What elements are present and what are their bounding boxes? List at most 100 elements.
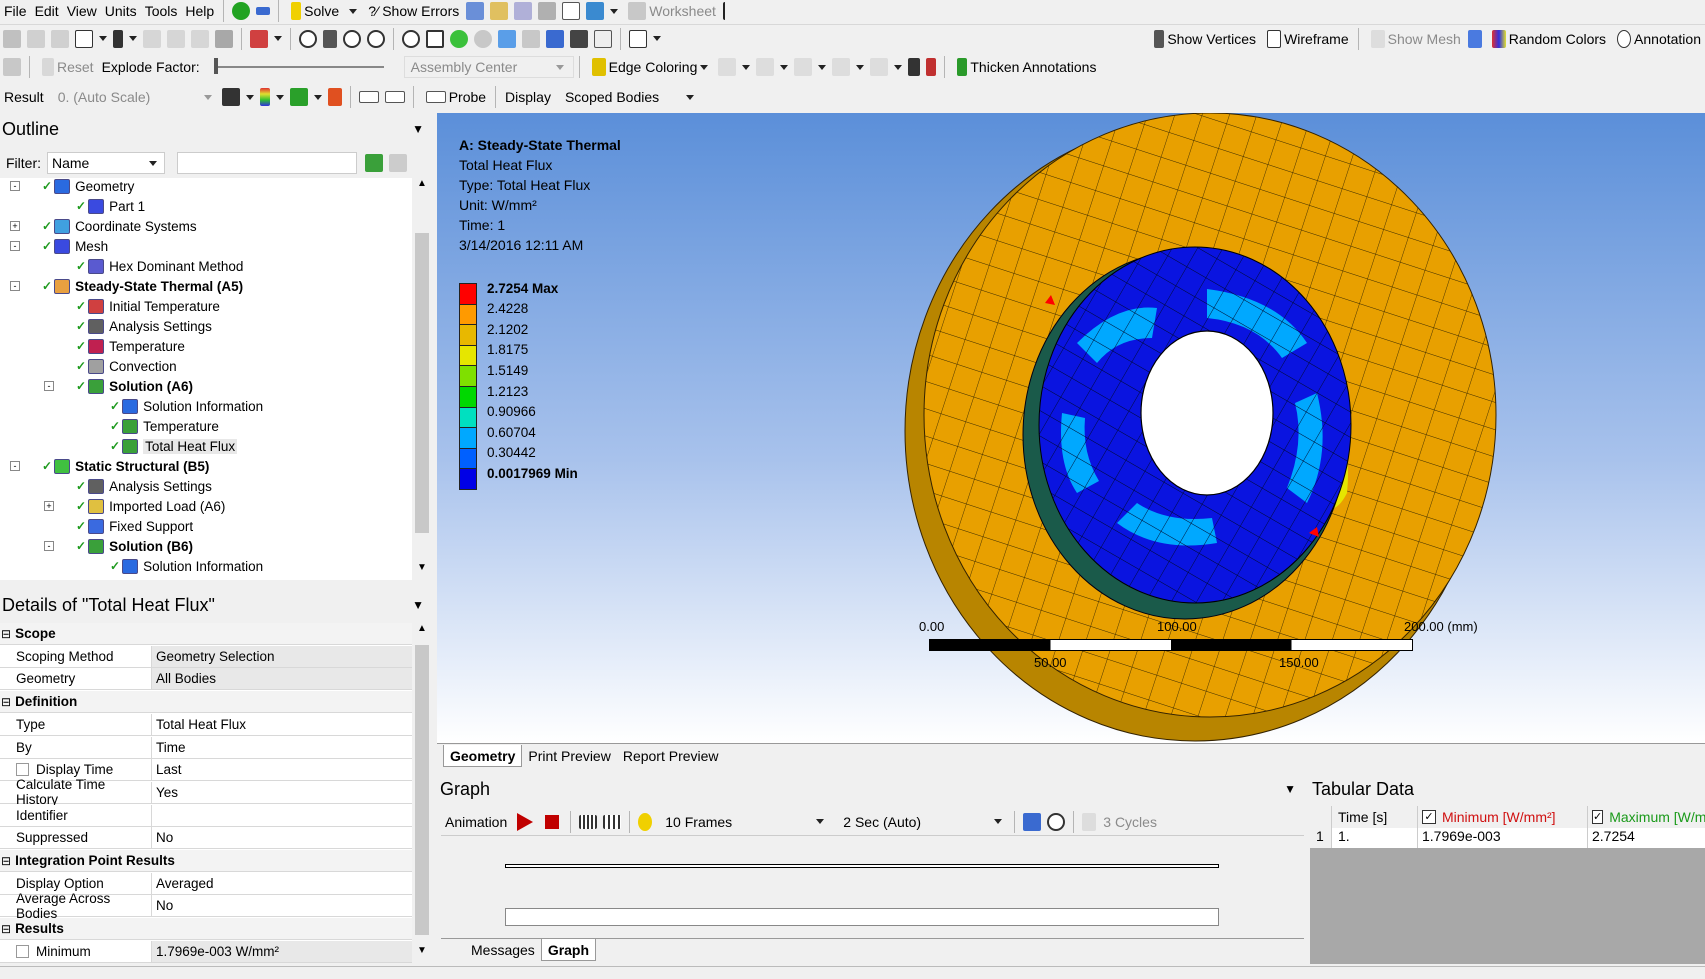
- select-mode-icon[interactable]: [27, 29, 45, 48]
- details-value[interactable]: Yes: [152, 781, 412, 803]
- frames-distributed-icon[interactable]: [603, 814, 622, 829]
- filter-search-input[interactable]: [177, 152, 357, 174]
- check-icon[interactable]: [232, 2, 251, 20]
- max-icon[interactable]: [358, 91, 379, 103]
- details-row[interactable]: Minimum 1.7969e-003 W/mm²: [0, 940, 412, 963]
- menu-units[interactable]: Units: [101, 0, 141, 22]
- min-icon[interactable]: [384, 91, 405, 103]
- outline-scrollbar[interactable]: ▲ ▼: [412, 178, 432, 580]
- random-colors-button[interactable]: Random Colors: [1485, 27, 1610, 51]
- zoom-green-icon[interactable]: [450, 29, 468, 48]
- show-mesh-button[interactable]: Show Mesh: [1364, 27, 1465, 51]
- zoom-graph-icon[interactable]: [1047, 812, 1066, 831]
- chart-icon[interactable]: [466, 2, 485, 20]
- views-icon[interactable]: [546, 29, 564, 48]
- image-icon[interactable]: [586, 2, 605, 20]
- pin-icon[interactable]: ▼: [412, 122, 424, 136]
- collapse-icon[interactable]: -: [44, 381, 54, 391]
- pan-icon[interactable]: [323, 29, 337, 48]
- tree-item[interactable]: + ✓ Coordinate Systems: [10, 216, 197, 236]
- spellcheck-icon[interactable]: [490, 2, 509, 20]
- zoom-fit-icon[interactable]: [402, 29, 420, 48]
- tab-print-preview[interactable]: Print Preview: [522, 745, 616, 767]
- details-value[interactable]: Last: [152, 759, 412, 781]
- chevron-down-icon[interactable]: [99, 36, 107, 41]
- collapse-icon[interactable]: ⊟: [1, 922, 11, 936]
- collapse-icon[interactable]: ⊟: [1, 854, 11, 868]
- clear-filter-icon[interactable]: [389, 154, 407, 172]
- select-icon[interactable]: [3, 29, 21, 48]
- tree-item[interactable]: ✓ Hex Dominant Method: [76, 256, 243, 276]
- scroll-down-icon[interactable]: ▼: [412, 945, 432, 963]
- chevron-down-icon[interactable]: [274, 36, 282, 41]
- menu-tools[interactable]: Tools: [141, 0, 182, 22]
- wireframe-button[interactable]: Wireframe: [1260, 27, 1353, 51]
- refresh-icon[interactable]: [365, 154, 383, 172]
- graphics-viewport[interactable]: A: Steady-State Thermal Total Heat Flux …: [437, 113, 1705, 743]
- scroll-up-icon[interactable]: ▲: [412, 623, 432, 641]
- details-value[interactable]: 1.7969e-003 W/mm²: [152, 940, 412, 962]
- tree-item[interactable]: ✓ Part 1: [76, 196, 145, 216]
- tab-geometry[interactable]: Geometry: [443, 745, 523, 767]
- chevron-down-icon[interactable]: [275, 94, 284, 100]
- tree-item[interactable]: - ✓ Static Structural (B5): [10, 456, 209, 476]
- menu-file[interactable]: File: [0, 0, 31, 22]
- print-icon[interactable]: [570, 29, 588, 48]
- details-row[interactable]: Type Total Heat Flux: [0, 713, 412, 736]
- details-row[interactable]: Suppressed No: [0, 827, 412, 850]
- reset-button[interactable]: Reset: [35, 55, 98, 79]
- edge-direction-icon[interactable]: [908, 58, 921, 76]
- thicken-annotations-button[interactable]: Thicken Annotations: [950, 55, 1100, 79]
- expand-icon[interactable]: +: [10, 221, 20, 231]
- tab-report-preview[interactable]: Report Preview: [617, 745, 725, 767]
- chevron-down-icon[interactable]: [894, 64, 903, 70]
- col-time[interactable]: Time [s]: [1332, 806, 1418, 828]
- zoom-box-icon[interactable]: [367, 29, 385, 48]
- details-value[interactable]: Total Heat Flux: [152, 713, 412, 735]
- edge-style-1-icon[interactable]: [718, 58, 737, 76]
- box-select-icon[interactable]: [75, 29, 93, 48]
- collapse-icon[interactable]: -: [44, 541, 54, 551]
- explode-slider[interactable]: [213, 58, 384, 74]
- vertex-select-icon[interactable]: [191, 29, 209, 48]
- edge-style-5-icon[interactable]: [870, 58, 889, 76]
- menu-view[interactable]: View: [63, 0, 101, 22]
- tab-graph[interactable]: Graph: [540, 939, 597, 961]
- tree-item[interactable]: ✓ Initial Temperature: [76, 296, 220, 316]
- stop-icon[interactable]: [545, 814, 560, 829]
- details-checkbox[interactable]: [16, 763, 29, 777]
- show-vertices-button[interactable]: Show Vertices: [1147, 27, 1260, 51]
- geometry-display-icon[interactable]: [221, 88, 240, 106]
- tree-item[interactable]: ✓ Analysis Settings: [76, 316, 212, 336]
- tree-item[interactable]: ✓ Temperature: [110, 416, 219, 436]
- tree-item[interactable]: - ✓ Steady-State Thermal (A5): [10, 276, 243, 296]
- extend-icon[interactable]: [51, 29, 69, 48]
- probe-button[interactable]: Probe: [419, 85, 490, 109]
- details-row[interactable]: By Time: [0, 736, 412, 759]
- scale-select[interactable]: 0. (Auto Scale): [54, 86, 219, 108]
- min-series-checkbox[interactable]: ✓: [1422, 810, 1436, 824]
- worksheet-button[interactable]: Worksheet: [621, 0, 720, 22]
- tree-item[interactable]: - ✓ Solution (A6): [44, 376, 193, 396]
- tree-item[interactable]: ✓ Fixed Support: [76, 516, 193, 536]
- details-value[interactable]: No: [152, 827, 412, 849]
- grey-view-icon[interactable]: [522, 29, 540, 48]
- cycles-icon[interactable]: [1082, 812, 1097, 831]
- tree-item[interactable]: ✓ Convection: [76, 356, 177, 376]
- rotate-icon[interactable]: [299, 29, 317, 48]
- details-value[interactable]: No: [152, 895, 412, 917]
- edge-style-2-icon[interactable]: [756, 58, 775, 76]
- annotation-button[interactable]: Annotation: [1610, 27, 1705, 51]
- tree-item[interactable]: - ✓ Solution (B6): [44, 536, 193, 556]
- frames-icon[interactable]: [579, 814, 598, 829]
- edge-select-icon[interactable]: [167, 29, 185, 48]
- filter-select[interactable]: Name: [47, 152, 165, 174]
- face-select-icon[interactable]: [143, 29, 161, 48]
- viewport-layout-icon[interactable]: [629, 29, 647, 48]
- edge-style-4-icon[interactable]: [832, 58, 851, 76]
- col-maximum[interactable]: ✓ Maximum [W/mm: [1588, 806, 1705, 828]
- chevron-down-icon[interactable]: [245, 94, 254, 100]
- details-row[interactable]: Identifier: [0, 804, 412, 827]
- lightbulb-icon[interactable]: [638, 812, 653, 831]
- body-select-icon[interactable]: [215, 29, 233, 48]
